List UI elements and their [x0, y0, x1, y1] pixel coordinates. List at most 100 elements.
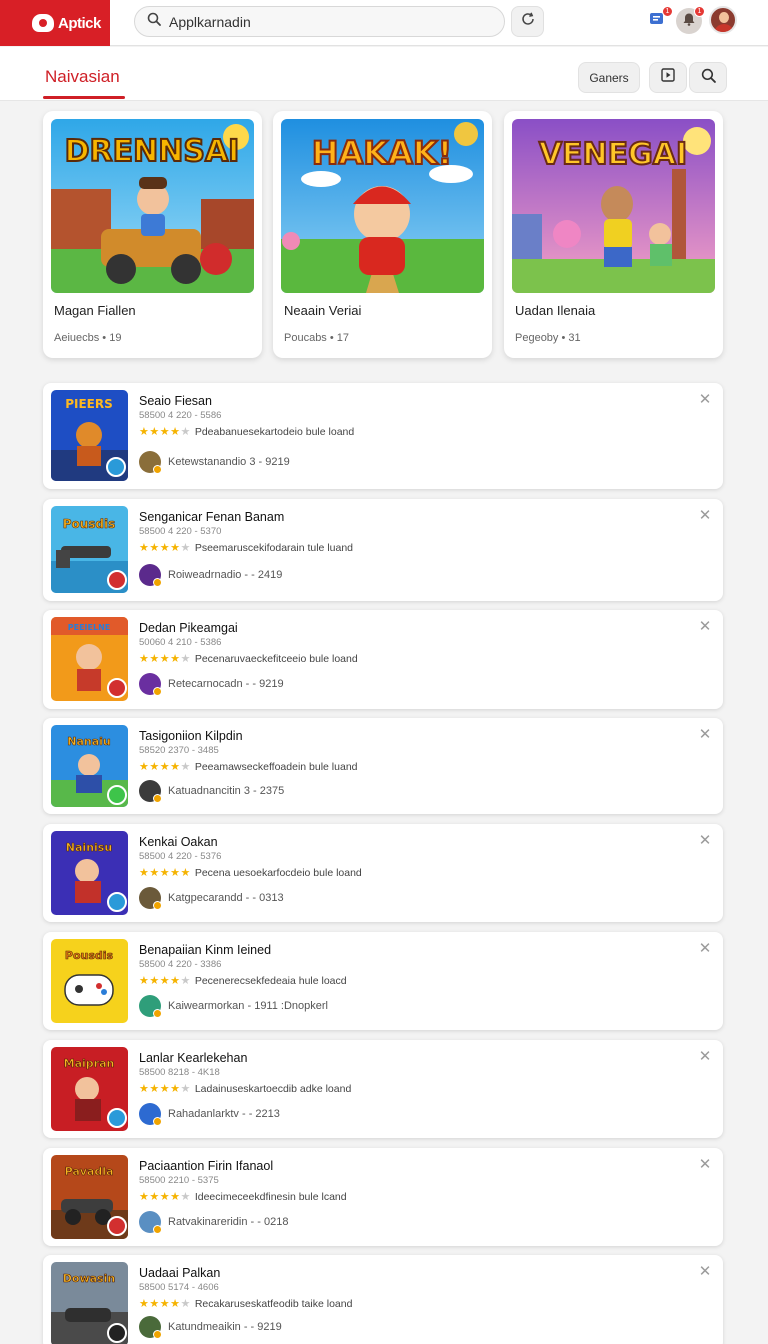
- game-thumbnail[interactable]: Dowasin: [51, 1262, 128, 1344]
- game-thumbnail[interactable]: PIEERS: [51, 390, 128, 481]
- search-bar[interactable]: [134, 6, 505, 37]
- game-title[interactable]: Seaio Fiesan: [139, 394, 212, 408]
- close-icon[interactable]: ✕: [697, 1156, 713, 1172]
- featured-card[interactable]: VENEGAI Uadan Ilenaia Pegeoby • 31: [504, 111, 723, 358]
- featured-art-title: HAKAK!: [312, 134, 453, 172]
- section-search-button[interactable]: [689, 62, 727, 93]
- play-button[interactable]: [649, 62, 687, 93]
- app-logo[interactable]: Aptick: [0, 0, 110, 46]
- star-rating: ★★★★★: [139, 867, 191, 879]
- list-item[interactable]: PIEERS Seaio Fiesan 58500 4 220 - 5586 ★…: [43, 383, 723, 489]
- developer-info: Ketewstanandio 3 - 9219: [168, 456, 290, 468]
- developer-avatar[interactable]: [139, 1211, 162, 1234]
- featured-card[interactable]: DRENNSAI Magan Fiallen Aeiuecbs • 19: [43, 111, 262, 358]
- notifications-button[interactable]: 1: [676, 6, 705, 34]
- user-avatar[interactable]: [709, 6, 737, 34]
- game-stats: 58500 2210 - 5375: [139, 1175, 219, 1186]
- featured-artwork[interactable]: DRENNSAI: [51, 119, 254, 293]
- developer-avatar[interactable]: [139, 780, 162, 803]
- list-item[interactable]: Nanaiu Tasigoniion Kilpdin 58520 2370 - …: [43, 718, 723, 814]
- developer-avatar[interactable]: [139, 1103, 162, 1126]
- game-description: Pecenerecsekfedeaia hule loacd: [194, 974, 347, 987]
- close-icon[interactable]: ✕: [697, 832, 713, 848]
- developer-row: Katuadnancitin 3 - 2375: [139, 780, 284, 803]
- svg-text:Dowasin: Dowasin: [63, 1272, 115, 1285]
- developer-info: Katundmeaikin - - 9219: [168, 1321, 282, 1333]
- game-thumbnail[interactable]: PEEIELNE: [51, 617, 128, 701]
- game-title[interactable]: Paciaantion Firin Ifanaol: [139, 1159, 273, 1173]
- close-icon[interactable]: ✕: [697, 1263, 713, 1279]
- game-thumbnail[interactable]: Maipran: [51, 1047, 128, 1131]
- game-stats: 50060 4 210 - 5386: [139, 637, 222, 648]
- game-title[interactable]: Uadaai Palkan: [139, 1266, 220, 1280]
- game-title[interactable]: Kenkai Oakan: [139, 835, 218, 849]
- messages-button[interactable]: 1: [644, 6, 673, 34]
- game-thumbnail[interactable]: Pousdis: [51, 506, 128, 593]
- game-stats: 58500 8218 - 4K18: [139, 1067, 220, 1078]
- game-thumbnail[interactable]: Nainisu: [51, 831, 128, 915]
- developer-row: Rahadanlarktv - - 2213: [139, 1103, 280, 1126]
- featured-artwork[interactable]: VENEGAI: [512, 119, 715, 293]
- game-thumbnail[interactable]: Pavadla: [51, 1155, 128, 1239]
- section-title[interactable]: Naivasian: [45, 67, 120, 87]
- game-description: Recakaruseskatfeodib taike loand: [194, 1297, 353, 1310]
- rating-row: ★★★★★ Pecena uesoekarfocdeio bule loand: [139, 866, 362, 880]
- game-title[interactable]: Tasigoniion Kilpdin: [139, 729, 243, 743]
- developer-info: Katgpecarandd - - 0313: [168, 892, 284, 904]
- developer-avatar[interactable]: [139, 1316, 162, 1339]
- svg-text:Maipran: Maipran: [64, 1057, 115, 1070]
- featured-art-title: VENEGAI: [539, 137, 687, 172]
- list-item[interactable]: Dowasin Uadaai Palkan 58500 5174 - 4606 …: [43, 1255, 723, 1344]
- developer-avatar[interactable]: [139, 673, 162, 696]
- featured-artwork[interactable]: HAKAK!: [281, 119, 484, 293]
- game-thumbnail[interactable]: Pousdis: [51, 939, 128, 1023]
- list-item[interactable]: Pavadla Paciaantion Firin Ifanaol 58500 …: [43, 1148, 723, 1246]
- developer-avatar[interactable]: [139, 995, 162, 1018]
- close-icon[interactable]: ✕: [697, 1048, 713, 1064]
- star-rating: ★★★★★: [139, 975, 191, 987]
- developer-row: Retecarnocadn - - 9219: [139, 673, 284, 696]
- developer-avatar[interactable]: [139, 451, 162, 474]
- section-header: Naivasian Ganers: [0, 47, 768, 101]
- featured-title[interactable]: Magan Fiallen: [54, 303, 136, 318]
- svg-text:PEEIELNE: PEEIELNE: [68, 623, 111, 632]
- featured-title[interactable]: Neaain Veriai: [284, 303, 361, 318]
- refresh-icon: [520, 11, 536, 32]
- list-item[interactable]: Pousdis Senganicar Fenan Banam 58500 4 2…: [43, 499, 723, 601]
- game-title[interactable]: Dedan Pikeamgai: [139, 621, 238, 635]
- featured-meta: Poucabs • 17: [284, 332, 350, 344]
- close-icon[interactable]: ✕: [697, 618, 713, 634]
- play-icon: [660, 67, 676, 88]
- list-item[interactable]: Nainisu Kenkai Oakan 58500 4 220 - 5376 …: [43, 824, 723, 922]
- featured-card[interactable]: HAKAK! Neaain Veriai Poucabs • 17: [273, 111, 492, 358]
- close-icon[interactable]: ✕: [697, 507, 713, 523]
- game-title[interactable]: Senganicar Fenan Banam: [139, 510, 284, 524]
- list-item[interactable]: Pousdis Benapaiian Kinm Ieined 58500 4 2…: [43, 932, 723, 1030]
- developer-row: Katgpecarandd - - 0313: [139, 887, 284, 910]
- game-title[interactable]: Lanlar Kearlekehan: [139, 1051, 247, 1065]
- search-icon: [147, 12, 161, 31]
- close-icon[interactable]: ✕: [697, 940, 713, 956]
- close-icon[interactable]: ✕: [697, 391, 713, 407]
- developer-avatar[interactable]: [139, 564, 162, 587]
- search-input[interactable]: [169, 13, 469, 30]
- game-description: Pecena uesoekarfocdeio bule loand: [194, 866, 362, 879]
- developer-info: Ratvakinareridin - - 0218: [168, 1216, 289, 1228]
- close-icon[interactable]: ✕: [697, 726, 713, 742]
- game-stats: 58500 4 220 - 5376: [139, 851, 222, 862]
- developer-info: Retecarnocadn - - 9219: [168, 678, 284, 690]
- list-item[interactable]: Maipran Lanlar Kearlekehan 58500 8218 - …: [43, 1040, 723, 1138]
- list-item[interactable]: PEEIELNE Dedan Pikeamgai 50060 4 210 - 5…: [43, 610, 723, 709]
- rating-row: ★★★★★ Pdeabanuesekartodeio bule loand: [139, 425, 354, 439]
- game-thumbnail[interactable]: Nanaiu: [51, 725, 128, 807]
- refresh-button[interactable]: [511, 6, 544, 37]
- developer-row: Katundmeaikin - - 9219: [139, 1316, 282, 1339]
- star-rating: ★★★★★: [139, 426, 191, 438]
- developer-row: Roiweadrnadio - - 2419: [139, 564, 282, 587]
- genres-button[interactable]: Ganers: [578, 62, 640, 93]
- featured-title[interactable]: Uadan Ilenaia: [515, 303, 595, 318]
- notifications-badge: 1: [694, 6, 705, 17]
- developer-avatar[interactable]: [139, 887, 162, 910]
- featured-art-title: DRENNSAI: [65, 134, 240, 169]
- game-title[interactable]: Benapaiian Kinm Ieined: [139, 943, 271, 957]
